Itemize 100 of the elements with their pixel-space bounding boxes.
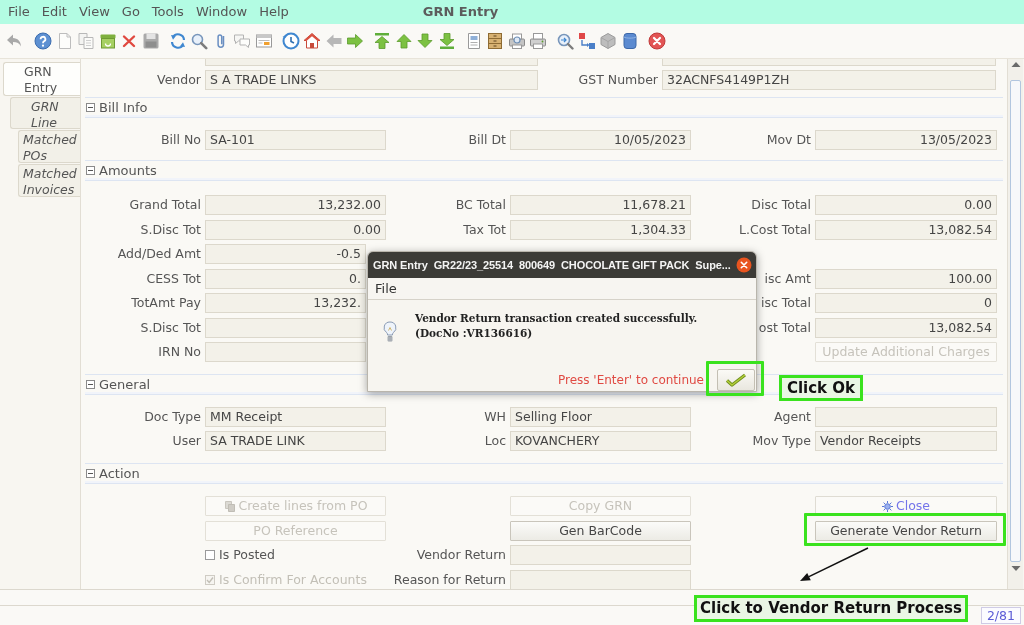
right-arrow-icon[interactable] (346, 32, 364, 50)
hint-text: Press 'Enter' to continue (557, 372, 704, 389)
refresh-icon[interactable] (168, 32, 187, 50)
menu-item[interactable]: Go (115, 0, 146, 24)
input-field[interactable]: 10/05/2023 (510, 130, 691, 150)
save-icon[interactable] (141, 32, 160, 50)
clock-icon[interactable] (281, 32, 300, 50)
input-field[interactable] (662, 59, 996, 66)
input-field[interactable]: 0. (205, 268, 366, 289)
input-field[interactable]: 32ACNFS4149P1ZH (662, 70, 996, 90)
menu-item[interactable]: File (375, 278, 397, 299)
field-label: BC Total (454, 197, 506, 213)
menu-item[interactable]: File (6, 0, 36, 24)
section-header[interactable]: Action (85, 463, 1003, 484)
side-tab[interactable]: GRN Entry (3, 62, 80, 96)
input-field[interactable]: 11,678.21 (510, 195, 691, 215)
zoom-icon[interactable] (556, 32, 574, 50)
collapse-icon[interactable] (86, 166, 95, 175)
field-label: Agent (773, 409, 811, 425)
input-field[interactable]: Selling Floor (510, 407, 691, 427)
transfer-icon[interactable] (577, 32, 596, 50)
copy-icon[interactable] (77, 32, 95, 50)
section-header[interactable]: Amounts (85, 160, 1003, 181)
input-field[interactable]: 1,304.33 (510, 219, 691, 240)
help-icon[interactable] (34, 32, 52, 50)
side-tab[interactable]: GRN Line (10, 97, 80, 129)
checkbox[interactable] (205, 550, 215, 561)
collapse-icon[interactable] (86, 103, 95, 112)
drawer-icon[interactable] (486, 32, 504, 50)
input-field[interactable]: 0.00 (815, 195, 997, 215)
menu-item[interactable]: Window (189, 0, 254, 24)
field-label: Add/Ded Amt (116, 246, 201, 262)
arrow-to-bottom-icon[interactable] (437, 32, 456, 50)
side-tab[interactable]: Matched Invoices (18, 164, 80, 197)
input-field[interactable]: 0.00 (205, 219, 386, 240)
field-label: IRN No (157, 344, 201, 360)
input-field[interactable]: SA-101 (205, 130, 386, 150)
input-field[interactable]: 13,082.54 (815, 219, 997, 240)
home-icon[interactable] (303, 32, 321, 50)
package-icon[interactable] (599, 32, 617, 50)
callout-label: Click Ok (779, 375, 863, 401)
vertical-scrollbar[interactable] (1008, 59, 1023, 589)
up-arrow-icon[interactable] (394, 32, 413, 50)
printer-icon[interactable] (529, 32, 547, 50)
menu-item[interactable]: View (72, 0, 116, 24)
input-field[interactable]: 13,082.54 (815, 317, 997, 338)
input-field[interactable]: 0 (815, 293, 997, 313)
input-field[interactable]: KOVANCHERY (510, 431, 691, 451)
input-field[interactable]: SA TRADE LINK (205, 431, 386, 451)
input-field[interactable]: Vendor Receipts (815, 431, 997, 451)
input-field[interactable]: 13/05/2023 (815, 130, 997, 150)
section-header[interactable]: Bill Info (85, 97, 1003, 118)
section-title: Action (99, 465, 140, 482)
input-field[interactable]: 13,232.00 (205, 195, 386, 215)
menu-item[interactable]: Edit (35, 0, 73, 24)
table-window-icon[interactable] (254, 32, 273, 50)
field-label: WH (483, 409, 506, 425)
collapse-icon[interactable] (86, 469, 95, 478)
field-label: ost Total (757, 319, 811, 336)
close-icon[interactable] (647, 32, 666, 50)
close-icon[interactable] (736, 257, 752, 274)
input-field[interactable]: -0.5 (205, 244, 366, 264)
section-title: General (99, 376, 151, 393)
input-field[interactable] (205, 317, 366, 338)
scroll-down-arrow-icon[interactable] (1010, 565, 1021, 572)
window-title: GRN Entry (422, 3, 499, 22)
left-arrow-icon[interactable] (324, 32, 343, 50)
message-text: (DocNo :VR136616) (415, 326, 534, 341)
field-label: Vendor Return (415, 547, 506, 564)
collapse-icon[interactable] (86, 380, 95, 389)
section-title: Amounts (99, 162, 157, 179)
down-arrow-icon[interactable] (416, 32, 434, 50)
delete-icon[interactable] (120, 32, 138, 50)
input-field[interactable]: 100.00 (815, 268, 997, 289)
scroll-up-arrow-icon[interactable] (1010, 61, 1021, 68)
chat-icon[interactable] (233, 32, 251, 50)
side-tab[interactable]: Matched POs (18, 130, 80, 163)
section-title: Bill Info (99, 98, 148, 117)
scrollbar-thumb[interactable] (1010, 80, 1021, 562)
input-field[interactable] (205, 59, 538, 66)
arrow-to-top-icon[interactable] (373, 32, 391, 50)
input-field[interactable]: MM Receipt (205, 407, 386, 427)
checkbox-label[interactable]: Is Posted (219, 546, 275, 565)
field-label: TotAmt Pay (130, 295, 201, 311)
archive-box-icon[interactable] (98, 32, 117, 50)
input-field[interactable] (815, 407, 997, 427)
print-preview-icon[interactable] (507, 32, 526, 50)
input-field[interactable] (510, 570, 691, 589)
input-field[interactable] (510, 545, 691, 566)
field-label: Mov Type (751, 433, 811, 449)
input-field[interactable]: 13,232. (205, 293, 366, 313)
field-label: User (171, 433, 201, 449)
dialog-title: GRN Entry GR22/23_25514 800649 CHOCOLATE GIFT PACK Supe... (373, 257, 732, 273)
input-field[interactable]: S A TRADE LINKS (205, 70, 538, 90)
cylinder-icon[interactable] (620, 32, 639, 50)
field-label: Reason for Return (392, 572, 506, 589)
menu-item[interactable]: Help (253, 0, 295, 24)
search-icon[interactable] (190, 32, 208, 50)
menu-item[interactable]: Tools (145, 0, 190, 24)
ok-button[interactable] (717, 369, 755, 391)
